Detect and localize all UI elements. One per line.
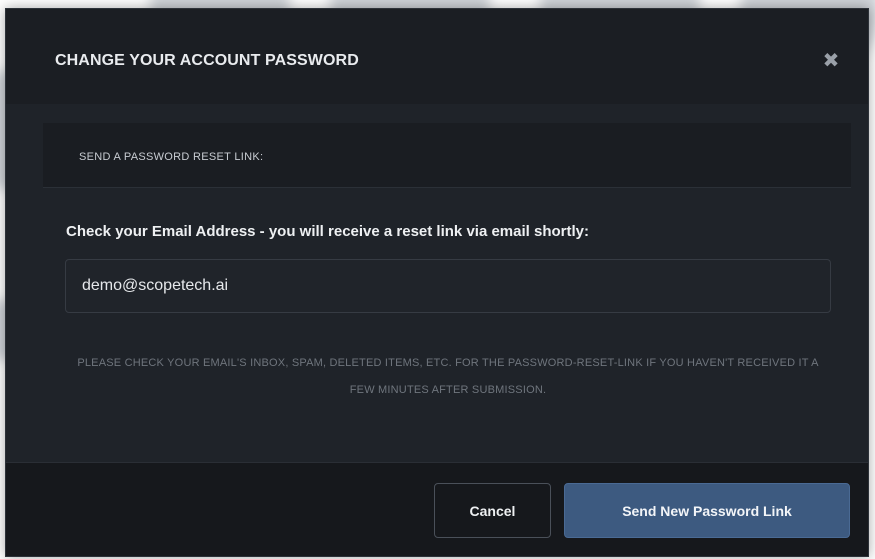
close-icon[interactable]: ✖: [822, 51, 840, 71]
change-password-modal: CHANGE YOUR ACCOUNT PASSWORD ✖ SEND A PA…: [5, 8, 869, 557]
section-header: SEND A PASSWORD RESET LINK:: [43, 123, 851, 188]
send-password-link-button[interactable]: Send New Password Link: [564, 483, 850, 538]
instruction-text: Check your Email Address - you will rece…: [66, 223, 589, 240]
modal-body: SEND A PASSWORD RESET LINK: Check your E…: [6, 104, 868, 462]
modal-footer: Cancel Send New Password Link: [6, 462, 868, 556]
email-field[interactable]: [65, 259, 831, 313]
modal-header: CHANGE YOUR ACCOUNT PASSWORD ✖: [6, 9, 868, 105]
help-text: PLEASE CHECK YOUR EMAIL'S INBOX, SPAM, D…: [77, 357, 819, 396]
cancel-button[interactable]: Cancel: [434, 483, 551, 538]
modal-title: CHANGE YOUR ACCOUNT PASSWORD: [55, 52, 359, 69]
section-label: SEND A PASSWORD RESET LINK:: [79, 151, 264, 163]
